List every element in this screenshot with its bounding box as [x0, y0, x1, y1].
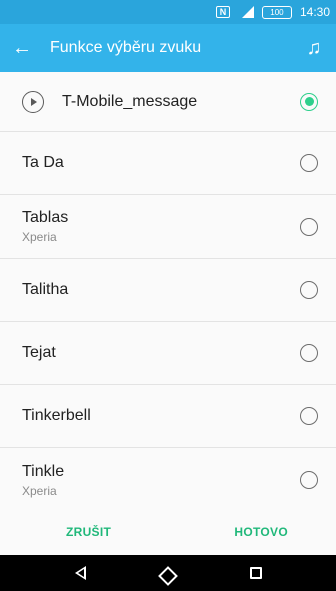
dialog-actions: ZRUŠIT HOTOVO [0, 508, 336, 555]
radio-button[interactable] [300, 154, 318, 172]
list-item[interactable]: T-Mobile_message [0, 72, 336, 132]
status-bar: N 100 14:30 [0, 0, 336, 24]
list-item[interactable]: Tinkle Xperia [0, 448, 336, 512]
done-button[interactable]: HOTOVO [234, 525, 288, 539]
list-item-label: Tinkle [22, 462, 65, 480]
music-picker-button[interactable]: ♫ [292, 24, 336, 72]
list-item-subtitle: Xperia [22, 483, 57, 498]
navigation-bar [0, 555, 336, 591]
app-bar: ← Funkce výběru zvuku ♫ [0, 24, 336, 72]
nav-recents-button[interactable] [236, 555, 276, 591]
radio-button[interactable] [300, 407, 318, 425]
radio-button[interactable] [300, 217, 318, 236]
list-item-label: T-Mobile_message [62, 92, 198, 110]
home-icon [160, 566, 176, 580]
radio-selected[interactable] [300, 92, 318, 111]
list-item-label: Tinkerbell [22, 407, 91, 424]
play-icon[interactable] [22, 90, 44, 113]
list-item-label: Tejat [22, 344, 56, 361]
cancel-button[interactable]: ZRUŠIT [66, 525, 111, 539]
music-note-icon: ♫ [306, 36, 322, 59]
list-item[interactable]: Tablas Xperia [0, 195, 336, 259]
list-item-label: Tablas [22, 209, 69, 226]
nav-back-button[interactable] [60, 555, 100, 591]
back-button[interactable]: ← [0, 24, 44, 72]
list-item[interactable]: Talitha [0, 259, 336, 322]
arrow-left-icon: ← [12, 36, 32, 59]
list-item-label: Talitha [22, 281, 69, 298]
battery-icon: 100 [261, 5, 292, 19]
nav-home-button[interactable] [148, 555, 188, 591]
radio-button[interactable] [300, 281, 318, 299]
page-title: Funkce výběru zvuku [50, 39, 202, 56]
radio-button[interactable] [300, 471, 318, 489]
recents-icon [250, 567, 262, 579]
sound-list: T-Mobile_message Ta Da Tablas Xperia Tal… [0, 72, 336, 512]
nfc-icon: N [215, 6, 230, 18]
back-triangle-icon [74, 566, 86, 580]
radio-button[interactable] [300, 344, 318, 362]
list-item[interactable]: Ta Da [0, 132, 336, 195]
list-item[interactable]: Tinkerbell [0, 385, 336, 448]
status-time: 14:30 [299, 5, 330, 19]
signal-icon [238, 6, 254, 18]
list-item[interactable]: Tejat [0, 322, 336, 385]
list-item-label: Ta Da [22, 154, 64, 171]
list-item-subtitle: Xperia [22, 230, 57, 244]
